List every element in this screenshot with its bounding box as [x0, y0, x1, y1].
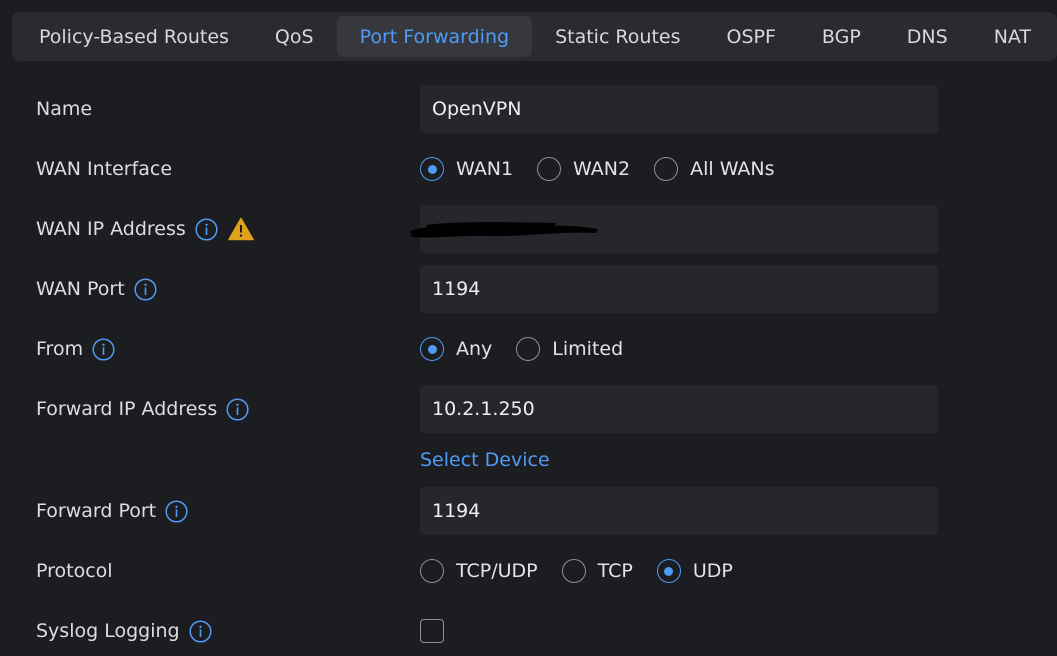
forward-port-row: Forward Port	[0, 487, 1057, 535]
from-label: From	[36, 325, 115, 373]
wan-port-field-container	[420, 265, 938, 313]
wan-interface-row: WAN Interface WAN1 WAN2 All WANs	[0, 145, 1057, 193]
wan-ip-field-container	[410, 205, 938, 253]
forward-port-field-container	[420, 487, 938, 535]
select-device-link[interactable]: Select Device	[420, 446, 550, 474]
wan-interface-label: WAN Interface	[36, 158, 173, 180]
name-label: Name	[36, 98, 93, 120]
forward-ip-field-container	[420, 385, 938, 433]
wan-ip-row: WAN IP Address	[0, 205, 1057, 253]
wan-interface-option-wan1[interactable]: WAN1	[420, 157, 513, 181]
radio-unchecked-icon[interactable]	[654, 157, 679, 181]
info-circle-icon[interactable]	[189, 619, 212, 643]
info-circle-icon[interactable]	[92, 337, 115, 361]
tab-qos[interactable]: QoS	[252, 16, 337, 57]
tab-bar: Policy-Based Routes QoS Port Forwarding …	[12, 12, 1057, 61]
radio-checked-icon[interactable]	[420, 337, 444, 361]
wan-interface-radio-group: WAN1 WAN2 All WANs	[420, 145, 799, 193]
info-circle-icon[interactable]	[165, 499, 188, 523]
wan-port-label: WAN Port	[36, 265, 157, 313]
syslog-row: Syslog Logging	[0, 607, 1057, 655]
tab-bgp[interactable]: BGP	[799, 16, 884, 57]
from-radio-group: Any Limited	[420, 325, 647, 373]
name-field-container	[420, 85, 938, 133]
info-circle-icon[interactable]	[195, 217, 218, 241]
forward-port-input[interactable]	[432, 500, 938, 522]
protocol-radio-group: TCP/UDP TCP UDP	[420, 547, 757, 595]
info-circle-icon[interactable]	[134, 277, 157, 301]
tab-port-forwarding[interactable]: Port Forwarding	[336, 16, 533, 57]
warning-triangle-icon[interactable]	[228, 217, 254, 241]
radio-checked-icon[interactable]	[656, 559, 681, 583]
protocol-label: Protocol	[36, 560, 113, 582]
tab-nat[interactable]: NAT	[971, 16, 1054, 57]
wan-interface-option-wan2[interactable]: WAN2	[537, 157, 630, 181]
tab-policy-based-routes[interactable]: Policy-Based Routes	[16, 16, 252, 57]
from-option-limited[interactable]: Limited	[516, 337, 623, 361]
protocol-option-tcp[interactable]: TCP	[561, 559, 633, 583]
redaction-scribble	[410, 222, 598, 238]
info-circle-icon[interactable]	[226, 397, 249, 421]
tab-dns[interactable]: DNS	[884, 16, 971, 57]
wan-ip-label: WAN IP Address	[36, 205, 254, 253]
forward-ip-input[interactable]	[432, 398, 938, 420]
forward-ip-row: Forward IP Address	[0, 385, 1057, 433]
radio-unchecked-icon[interactable]	[420, 559, 444, 583]
protocol-option-udp[interactable]: UDP	[656, 559, 733, 583]
radio-checked-icon[interactable]	[420, 157, 444, 181]
forward-port-label: Forward Port	[36, 487, 188, 535]
syslog-checkbox[interactable]	[420, 619, 444, 643]
syslog-label: Syslog Logging	[36, 607, 212, 655]
tab-static-routes[interactable]: Static Routes	[532, 16, 703, 57]
name-row: Name	[0, 85, 1057, 133]
tab-ospf[interactable]: OSPF	[703, 16, 798, 57]
radio-unchecked-icon[interactable]	[516, 337, 541, 361]
protocol-row: Protocol TCP/UDP TCP UDP	[0, 547, 1057, 595]
protocol-option-tcp-udp[interactable]: TCP/UDP	[420, 559, 538, 583]
from-row: From Any Limited	[0, 325, 1057, 373]
radio-unchecked-icon[interactable]	[561, 559, 586, 583]
forward-ip-label: Forward IP Address	[36, 385, 249, 433]
wan-port-input[interactable]	[432, 278, 938, 300]
name-input[interactable]	[432, 98, 938, 120]
radio-unchecked-icon[interactable]	[537, 157, 562, 181]
wan-interface-option-all-wans[interactable]: All WANs	[654, 157, 775, 181]
from-option-any[interactable]: Any	[420, 337, 492, 361]
wan-port-row: WAN Port	[0, 265, 1057, 313]
